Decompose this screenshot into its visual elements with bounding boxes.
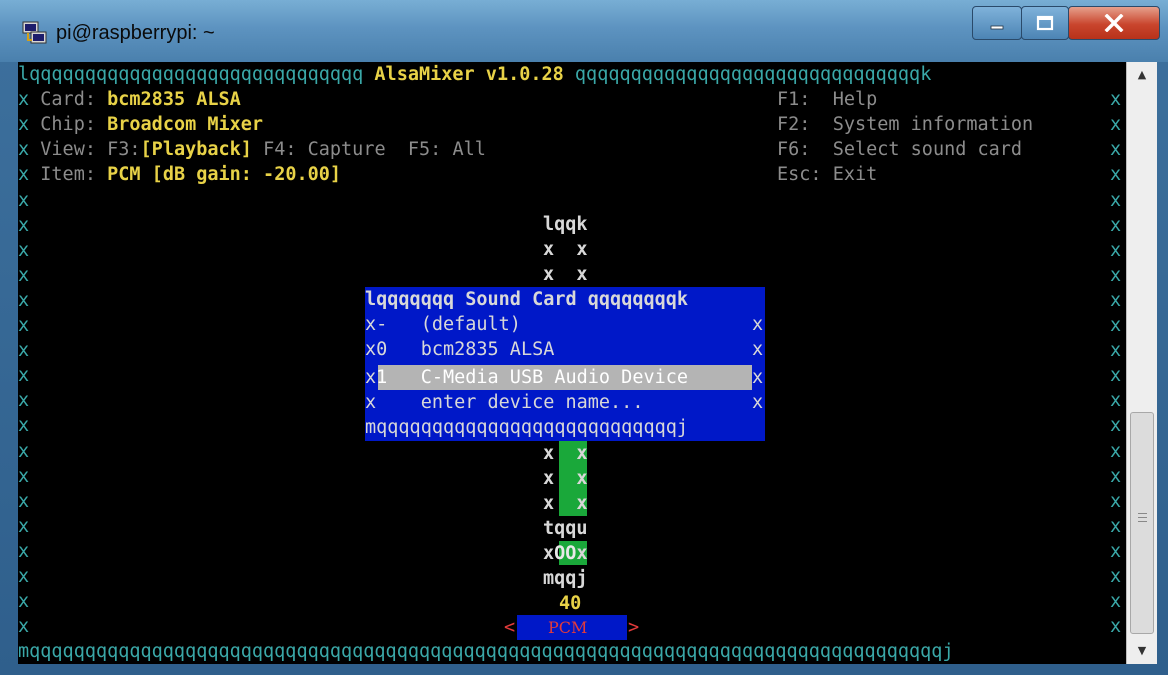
minimize-icon [990, 25, 1004, 30]
mixer-side-border-right: x [1110, 264, 1122, 286]
mixer-side-border-right: x [1110, 540, 1122, 562]
dialog-item-bcm2835[interactable]: x0 bcm2835 ALSA [365, 337, 554, 362]
mixer-side-border-left: x [18, 540, 30, 562]
terminal-screen[interactable]: lqqqqqqqqqqqqqqqqqqqqqqqqqqqqqq AlsaMixe… [18, 62, 1126, 664]
volume-value: 40 [559, 593, 582, 614]
mixer-side-border-left: x [18, 239, 30, 261]
mixer-side-border-left: x [18, 289, 30, 311]
window-title: pi@raspberrypi: ~ [56, 22, 215, 44]
dialog-side: x [752, 367, 764, 388]
view-playback: [Playback] [140, 139, 252, 160]
mute-indicator: xOOx [543, 543, 588, 564]
mixer-app-name: AlsaMixer v1.0.28 [374, 64, 564, 85]
control-side: x x [543, 468, 588, 489]
mixer-side-border-right: x [1110, 114, 1122, 136]
maximize-button[interactable] [1021, 6, 1069, 40]
mixer-side-border-right: x [1110, 566, 1122, 587]
dialog-side: x [752, 339, 764, 360]
title-bar[interactable]: pi@raspberrypi: ~ [0, 0, 1168, 62]
mixer-side-border-right: x [1110, 465, 1122, 487]
mixer-side-border-left: x [18, 390, 30, 412]
grip-icon [1138, 513, 1147, 525]
mixer-side-border-left: x [18, 515, 30, 537]
control-bottom: mqqj [543, 568, 588, 589]
mixer-side-border-right: x [1110, 415, 1122, 437]
mixer-side-border-right: x [1110, 239, 1122, 261]
mixer-top-border: lqqqqqqqqqqqqqqqqqqqqqqqqqqqqqq AlsaMixe… [18, 64, 932, 85]
mixer-side-border-right: x [1110, 89, 1122, 111]
mixer-side-border-right: x [1110, 214, 1122, 236]
putty-icon[interactable] [22, 20, 48, 46]
scroll-thumb[interactable] [1130, 412, 1154, 634]
maximize-icon [1036, 15, 1054, 31]
chip-info: x Chip: Broadcom Mixer [18, 114, 264, 135]
item-info: x Item: PCM [dB gain: -20.00] [18, 164, 342, 185]
control-side: x x [543, 493, 588, 514]
dialog-item-enter-name[interactable]: x enter device name... [365, 390, 643, 415]
scroll-up-icon[interactable]: ▲ [1127, 62, 1157, 88]
control-side: x x [543, 239, 588, 260]
close-icon [1104, 14, 1124, 32]
help-esc: Esc: Exit [777, 164, 878, 185]
mixer-side-border-right: x [1110, 315, 1122, 336]
mixer-side-border-right: x [1110, 340, 1122, 362]
mixer-side-border-left: x [18, 440, 30, 462]
mixer-side-border-left: x [18, 340, 30, 362]
help-f6: F6: Select sound card [777, 139, 1023, 160]
mixer-side-border-left: x [18, 365, 30, 387]
control-side: x x [543, 443, 588, 464]
control-name: PCM [548, 618, 588, 637]
card-info: x Card: bcm2835 ALSA [18, 89, 241, 110]
mixer-side-border-left: x [18, 415, 30, 437]
arrow-right: > [628, 617, 640, 638]
mixer-side-border-left: x [18, 566, 30, 587]
minimize-button[interactable] [972, 6, 1022, 40]
help-f1: F1: Help [777, 89, 878, 110]
dialog-title: lqqqqqqq Sound Card qqqqqqqqk [365, 289, 689, 310]
mixer-side-border-right: x [1110, 440, 1122, 462]
control-tee: tqqu [543, 518, 588, 539]
terminal-window: pi@raspberrypi: ~ lqqqqqqqqqqqqqqqqqqqqq… [0, 0, 1168, 675]
dialog-item-default[interactable]: x- (default) [365, 312, 521, 337]
mixer-side-border-right: x [1110, 164, 1122, 186]
mixer-side-border-left: x [18, 465, 30, 487]
mixer-side-border-left: x [18, 214, 30, 236]
mixer-side-border-right: x [1110, 616, 1122, 638]
mixer-side-border-right: x [1110, 390, 1122, 412]
dialog-side: x [752, 314, 764, 335]
help-f2: F2: System information [777, 114, 1034, 135]
dialog-bottom: mqqqqqqqqqqqqqqqqqqqqqqqqqqqj [365, 417, 689, 438]
mixer-side-border-right: x [1110, 139, 1122, 161]
view-capture: F4: Capture [263, 139, 386, 160]
view-info: x View: F3:[Playback] F4: Capture F5: Al… [18, 139, 486, 160]
mixer-side-border-left: x [18, 189, 30, 211]
mixer-side-border-right: x [1110, 515, 1122, 537]
dialog-side: x [752, 392, 764, 413]
control-top: lqqk [543, 214, 588, 235]
mixer-side-border-right: x [1110, 189, 1122, 211]
view-all: F5: All [407, 139, 486, 160]
mixer-side-border-left: x [18, 315, 30, 336]
mixer-side-border-right: x [1110, 490, 1122, 512]
mixer-side-border-left: x [18, 490, 30, 512]
control-side: x x [543, 264, 588, 285]
mixer-side-border-right: x [1110, 289, 1122, 311]
mixer-side-border-left: x [18, 591, 30, 613]
mixer-side-border-left: x [18, 616, 30, 638]
arrow-left: < [504, 617, 516, 638]
mixer-side-border-left: x [18, 264, 30, 286]
dialog-item-cmedia[interactable]: x1 C-Media USB Audio Device [365, 365, 688, 390]
mixer-bottom-border: mqqqqqqqqqqqqqqqqqqqqqqqqqqqqqqqqqqqqqqq… [18, 641, 954, 662]
close-button[interactable] [1068, 6, 1160, 40]
mixer-side-border-right: x [1110, 591, 1122, 613]
mixer-side-border-right: x [1110, 365, 1122, 387]
vertical-scrollbar[interactable]: ▲ ▼ [1126, 62, 1157, 664]
scroll-down-icon[interactable]: ▼ [1127, 638, 1157, 664]
